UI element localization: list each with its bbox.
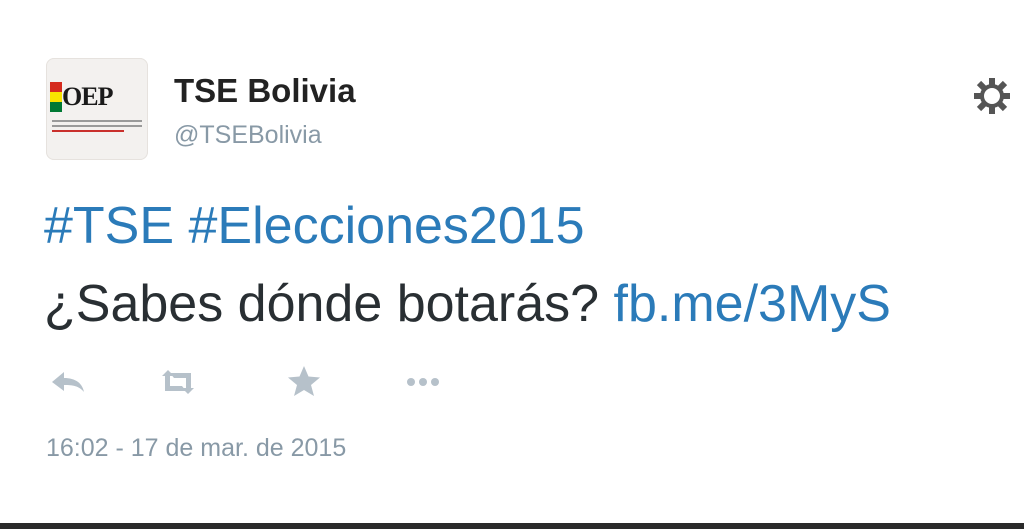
tweet-question: ¿Sabes dónde botarás? xyxy=(44,275,600,333)
tweet-card: OEP TSE Bolivia @TSEBolivia #TSE #Elecci… xyxy=(0,0,1024,529)
tweet-question-line: ¿Sabes dónde botarás? fb.me/3MyS xyxy=(44,274,1024,334)
reply-icon[interactable] xyxy=(46,362,90,402)
hashtag-tse[interactable]: #TSE xyxy=(44,197,174,255)
avatar[interactable]: OEP xyxy=(46,58,148,160)
logo-subtitle-lines xyxy=(52,120,142,135)
more-icon[interactable] xyxy=(402,362,446,402)
divider xyxy=(0,523,1024,529)
logo-text: OEP xyxy=(62,82,113,111)
display-name[interactable]: TSE Bolivia xyxy=(174,72,356,110)
retweet-icon[interactable] xyxy=(156,362,200,402)
tweet-link[interactable]: fb.me/3MyS xyxy=(614,275,891,333)
gear-icon[interactable] xyxy=(972,76,1012,116)
user-handle[interactable]: @TSEBolivia xyxy=(174,121,322,150)
hashtag-elecciones2015[interactable]: #Elecciones2015 xyxy=(189,197,585,255)
star-icon[interactable] xyxy=(282,362,326,402)
tweet-hashtags-line: #TSE #Elecciones2015 xyxy=(44,196,1024,256)
tweet-timestamp[interactable]: 16:02 - 17 de mar. de 2015 xyxy=(46,434,346,463)
